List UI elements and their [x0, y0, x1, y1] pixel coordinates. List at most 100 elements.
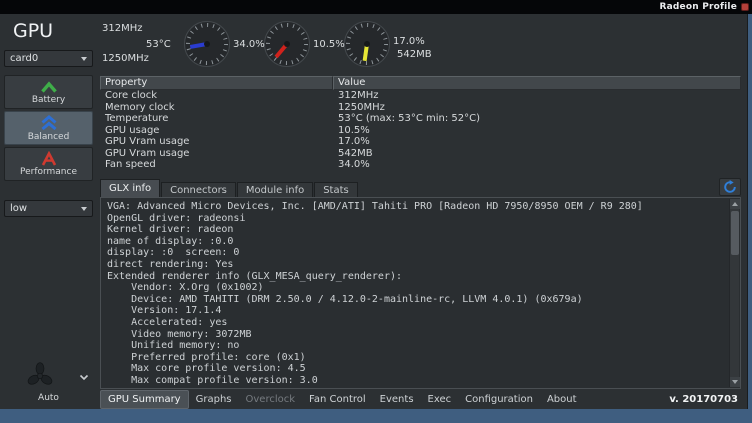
performance-profile-button[interactable]: Performance	[4, 147, 93, 181]
balanced-profile-label: Balanced	[28, 132, 70, 142]
glx-line: direct rendering: Yes	[107, 259, 734, 271]
chevron-down-icon	[81, 57, 87, 61]
vram-usage-percent: 17.0%	[393, 36, 425, 47]
glx-line: Kernel driver: radeon	[107, 224, 734, 236]
vram-usage-gauge	[343, 20, 391, 68]
tab-glx-info[interactable]: GLX info	[100, 179, 160, 197]
battery-profile-label: Battery	[32, 95, 65, 105]
power-level-value: low	[10, 203, 27, 214]
glx-line: Video memory: 3072MB	[107, 329, 734, 341]
value-cell: 1250MHz	[333, 102, 741, 114]
performance-profile-label: Performance	[20, 167, 77, 177]
glx-line: Version: 17.1.4	[107, 305, 734, 317]
table-row: Core clock312MHz	[100, 90, 741, 102]
info-tab-bar: GLX info Connectors Module info Stats	[100, 179, 359, 197]
fan-speed-value: 34.0%	[233, 39, 265, 50]
value-cell: 312MHz	[333, 90, 741, 102]
battery-chevron-icon	[40, 80, 58, 94]
tab-module-info[interactable]: Module info	[237, 182, 313, 197]
glx-line: VGA: Advanced Micro Devices, Inc. [AMD/A…	[107, 201, 734, 213]
table-row: GPU Vram usage17.0%	[100, 136, 741, 148]
power-level-select[interactable]: low	[4, 200, 93, 217]
tab-gpu-summary[interactable]: GPU Summary	[100, 390, 189, 409]
tab-configuration[interactable]: Configuration	[458, 391, 540, 408]
value-cell: 53°C (max: 53°C min: 52°C)	[333, 113, 741, 125]
core-clock-readout: 312MHz	[102, 23, 142, 34]
tab-events[interactable]: Events	[373, 391, 421, 408]
value-cell: 17.0%	[333, 136, 741, 148]
version-label: v. 20170703	[669, 394, 747, 405]
table-row: Fan speed34.0%	[100, 159, 741, 171]
scroll-down-button[interactable]	[730, 377, 740, 387]
property-cell: Core clock	[100, 90, 333, 102]
glx-line: display: :0 screen: 0	[107, 247, 734, 259]
glx-line: Device: AMD TAHITI (DRM 2.50.0 / 4.12.0-…	[107, 294, 734, 306]
fan-mode-label: Auto	[0, 393, 97, 403]
tab-graphs[interactable]: Graphs	[189, 391, 239, 408]
app-window: GPU card0 Battery Balanced	[0, 14, 748, 409]
card-select[interactable]: card0	[4, 50, 93, 67]
glx-line: Preferred profile: core (0x1)	[107, 352, 734, 364]
performance-icon	[40, 151, 58, 166]
table-header: Property Value	[100, 76, 741, 90]
vram-usage-mb: 542MB	[397, 49, 432, 60]
scroll-up-button[interactable]	[730, 199, 740, 209]
chevron-down-icon	[81, 207, 87, 211]
property-cell: GPU usage	[100, 125, 333, 137]
tab-stats[interactable]: Stats	[314, 182, 358, 197]
fan-speed-gauge	[183, 20, 231, 68]
triangle-down-icon	[732, 380, 738, 384]
scrollbar-handle[interactable]	[731, 211, 739, 255]
value-cell: 34.0%	[333, 159, 741, 171]
glx-line: Vendor: X.Org (0x1002)	[107, 282, 734, 294]
tab-about[interactable]: About	[540, 391, 584, 408]
bottom-tab-bar: GPU Summary Graphs Overclock Fan Control…	[97, 389, 747, 409]
window-title: Radeon Profile	[660, 2, 737, 12]
table-row: Memory clock1250MHz	[100, 102, 741, 114]
glx-line: Extended renderer info (GLX_MESA_query_r…	[107, 271, 734, 283]
property-cell: Temperature	[100, 113, 333, 125]
refresh-button[interactable]	[719, 178, 741, 196]
temperature-readout: 53°C	[146, 39, 171, 50]
column-header-value[interactable]: Value	[333, 76, 741, 90]
property-cell: GPU Vram usage	[100, 136, 333, 148]
memory-clock-readout: 1250MHz	[102, 53, 149, 64]
card-select-value: card0	[10, 53, 38, 64]
balanced-profile-button[interactable]: Balanced	[4, 111, 93, 145]
glx-line: Max compat profile version: 3.0	[107, 375, 734, 387]
value-cell: 542MB	[333, 148, 741, 160]
glx-line: Max core profile version: 4.5	[107, 363, 734, 375]
gpu-usage-value: 10.5%	[313, 39, 345, 50]
glx-line: Accelerated: yes	[107, 317, 734, 329]
property-cell: GPU Vram usage	[100, 148, 333, 160]
table-row: Temperature53°C (max: 53°C min: 52°C)	[100, 113, 741, 125]
property-cell: Memory clock	[100, 102, 333, 114]
tab-connectors[interactable]: Connectors	[161, 182, 236, 197]
gpu-usage-gauge	[263, 20, 311, 68]
table-row: GPU Vram usage542MB	[100, 148, 741, 160]
value-cell: 10.5%	[333, 125, 741, 137]
property-table: Property Value Core clock312MHz Memory c…	[100, 76, 741, 171]
tray-icon[interactable]	[741, 3, 749, 11]
tab-exec[interactable]: Exec	[421, 391, 459, 408]
tab-fan-control[interactable]: Fan Control	[302, 391, 373, 408]
vertical-scrollbar[interactable]	[729, 199, 739, 387]
balanced-chevron-icon	[40, 115, 58, 131]
tab-overclock: Overclock	[239, 391, 303, 408]
column-header-property[interactable]: Property	[100, 76, 333, 90]
desktop: Radeon Profile GPU card0 Battery	[0, 0, 752, 423]
property-cell: Fan speed	[100, 159, 333, 171]
glx-line: OpenGL driver: radeonsi	[107, 213, 734, 225]
fan-icon	[26, 362, 54, 390]
glx-line: name of display: :0.0	[107, 236, 734, 248]
glx-info-panel[interactable]: VGA: Advanced Micro Devices, Inc. [AMD/A…	[100, 197, 741, 389]
window-titlebar: Radeon Profile	[0, 0, 752, 14]
triangle-up-icon	[732, 202, 738, 206]
sidebar: GPU card0 Battery Balanced	[0, 14, 97, 409]
refresh-icon	[723, 180, 737, 194]
fan-menu-chevron-icon[interactable]	[79, 374, 89, 381]
gpu-heading: GPU	[13, 20, 53, 42]
glx-line: Unified memory: no	[107, 340, 734, 352]
table-row: GPU usage10.5%	[100, 125, 741, 137]
battery-profile-button[interactable]: Battery	[4, 75, 93, 109]
